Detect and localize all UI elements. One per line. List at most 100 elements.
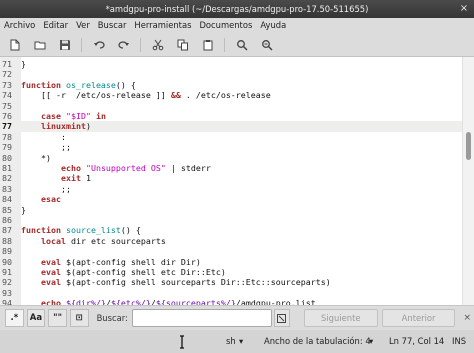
- code-text: [[ -r /etc/os-release ]] && . /etc/os-re…: [21, 90, 271, 101]
- code-text: *): [21, 152, 51, 163]
- text-editor[interactable]: 71} 72 73 function os_release() {74 [[ -r /…: [0, 57, 474, 305]
- code-line[interactable]: 77 linuxmint): [0, 121, 462, 132]
- undo-button[interactable]: [88, 36, 109, 54]
- code-line[interactable]: 73 function os_release() {: [0, 80, 462, 90]
- menu-editar[interactable]: Editar: [39, 18, 72, 33]
- previous-match-button[interactable]: Anterior: [381, 309, 456, 327]
- code-text: esac: [40, 194, 61, 205]
- new-document-icon: [10, 39, 19, 50]
- window-close-button[interactable]: ×: [458, 3, 470, 15]
- tab-width-selector[interactable]: Ancho de la tabulación: 4: [264, 330, 371, 353]
- code-line[interactable]: 86: [0, 215, 462, 225]
- new-document-button[interactable]: [4, 36, 25, 54]
- menu-bar: Archivo Editar Ver Buscar Herramientas D…: [0, 18, 474, 33]
- language-chevron-icon[interactable]: ▾: [239, 330, 243, 353]
- code-line[interactable]: 87 function source_list() {: [0, 225, 462, 235]
- code-line[interactable]: 85}: [0, 205, 462, 215]
- tab-width-chevron-icon[interactable]: ▾: [369, 330, 373, 353]
- undo-icon: [93, 40, 105, 49]
- regex-toggle[interactable]: .*: [5, 309, 24, 327]
- search-label: Buscar:: [96, 313, 128, 323]
- code-line[interactable]: 74 [[ -r /etc/os-release ]] && . /etc/os…: [0, 90, 462, 100]
- code-line[interactable]: 78 :: [0, 132, 462, 142]
- code-text: ;;: [21, 142, 71, 153]
- search-button[interactable]: [231, 36, 252, 54]
- insert-mode: INS: [452, 336, 467, 346]
- code-text: eval $(apt-config shell sourceparts Dir:…: [40, 277, 331, 288]
- menu-archivo[interactable]: Archivo: [0, 18, 39, 33]
- mouse-cursor-icon: [180, 335, 184, 349]
- line-number: 76: [2, 111, 12, 121]
- menu-ver[interactable]: Ver: [72, 18, 94, 33]
- language-selector[interactable]: sh: [226, 330, 236, 353]
- line-number: 81: [2, 163, 12, 173]
- scrollbar-thumb[interactable]: [466, 132, 471, 160]
- code-text: case "$ID" in: [40, 111, 106, 121]
- cut-icon: [152, 39, 163, 50]
- window-titlebar: *amdgpu-pro-install (~/Descargas/amdgpu-…: [0, 0, 474, 18]
- next-match-button[interactable]: Siguiente: [303, 309, 378, 327]
- menu-herramientas[interactable]: Herramientas: [130, 18, 195, 33]
- open-folder-icon: [34, 41, 45, 49]
- line-number: 86: [2, 215, 12, 225]
- save-button[interactable]: [54, 36, 75, 54]
- paste-icon: [203, 39, 212, 50]
- close-search-button[interactable]: ×: [463, 313, 474, 323]
- code-text: echo ${dir%/}/${etc%/}/${sourceparts%/}/…: [40, 298, 316, 305]
- line-number: 85: [2, 204, 12, 215]
- code-line[interactable]: 75: [0, 101, 462, 111]
- menu-buscar[interactable]: Buscar: [94, 18, 131, 33]
- code-line[interactable]: 79 ;;: [0, 142, 462, 152]
- code-line[interactable]: 80 *): [0, 153, 462, 163]
- open-button[interactable]: [29, 36, 50, 54]
- code-line[interactable]: 93: [0, 288, 462, 298]
- code-line[interactable]: 72: [0, 69, 462, 79]
- code-line[interactable]: 92 eval $(apt-config shell sourceparts D…: [0, 277, 462, 287]
- match-case-toggle[interactable]: Aa: [26, 309, 46, 327]
- line-number: 83: [2, 183, 12, 194]
- replace-button[interactable]: [256, 36, 277, 54]
- code-line[interactable]: 88 local dir etc sourceparts: [0, 236, 462, 246]
- redo-button[interactable]: [113, 36, 134, 54]
- code-text: echo "Unsupported OS" | stderr: [60, 163, 211, 173]
- vertical-scrollbar[interactable]: [462, 57, 474, 305]
- code-text: }: [21, 204, 26, 215]
- code-line[interactable]: 89: [0, 246, 462, 256]
- search-input[interactable]: [131, 309, 272, 327]
- menu-ayuda[interactable]: Ayuda: [256, 18, 290, 33]
- copy-button[interactable]: [172, 36, 193, 54]
- line-number: 74: [2, 90, 12, 101]
- line-number: 79: [2, 142, 12, 153]
- code-line[interactable]: 82 exit 1: [0, 173, 462, 183]
- code-line[interactable]: 83 ;;: [0, 184, 462, 194]
- cut-button[interactable]: [147, 36, 168, 54]
- line-number: 72: [2, 69, 12, 80]
- search-icon: [236, 39, 248, 51]
- code-line[interactable]: 94 echo ${dir%/}/${etc%/}/${sourceparts%…: [0, 298, 462, 305]
- paste-button[interactable]: [197, 36, 218, 54]
- code-line[interactable]: 76 case "$ID" in: [0, 111, 462, 121]
- line-number: 78: [2, 131, 12, 142]
- menu-documentos[interactable]: Documentos: [195, 18, 256, 33]
- save-icon: [59, 39, 70, 50]
- clear-search-button[interactable]: [273, 309, 290, 327]
- code-line[interactable]: 84 esac: [0, 194, 462, 204]
- code-text: function source_list() {: [21, 225, 141, 236]
- code-line[interactable]: 81 echo "Unsupported OS" | stderr: [0, 163, 462, 173]
- line-number: 75: [2, 100, 12, 111]
- line-number: 87: [2, 225, 12, 236]
- code-line[interactable]: 91 eval $(apt-config shell etc Dir::Etc): [0, 267, 462, 277]
- toolbar-separator: [81, 37, 82, 52]
- code-line[interactable]: 90 eval $(apt-config shell dir Dir): [0, 257, 462, 267]
- code-line[interactable]: 71}: [0, 59, 462, 69]
- toolbar-separator: [224, 37, 225, 52]
- line-number: 82: [2, 173, 12, 184]
- wrap-around-toggle[interactable]: ⊡: [69, 309, 89, 327]
- line-number: 90: [2, 256, 12, 267]
- line-number: 91: [2, 267, 12, 277]
- line-number: 88: [2, 235, 12, 246]
- toolbar: [0, 33, 474, 57]
- line-number: 89: [2, 246, 12, 257]
- line-number: 93: [2, 287, 12, 298]
- whole-word-toggle[interactable]: "": [48, 309, 67, 327]
